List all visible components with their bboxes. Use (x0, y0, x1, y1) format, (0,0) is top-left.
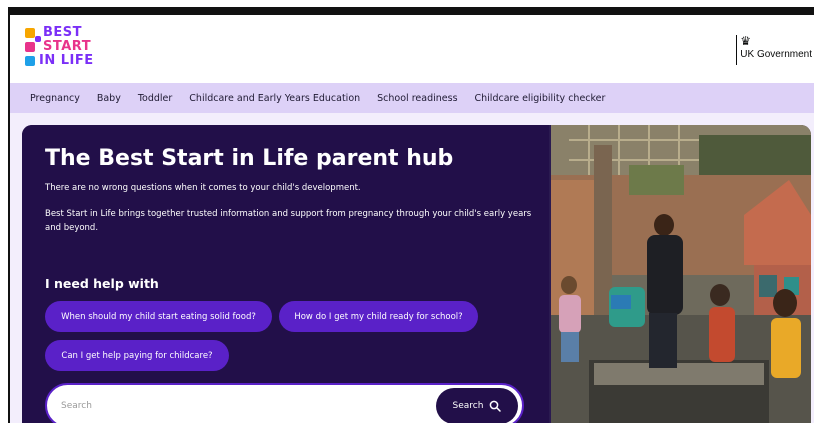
logo-square-pink (25, 42, 35, 52)
uk-government-logo[interactable]: ♛ UK Government (736, 35, 812, 65)
quick-link-solid-food[interactable]: When should my child start eating solid … (45, 301, 272, 332)
royal-crest-icon: ♛ (740, 34, 752, 48)
hero-banner: The Best Start in Life parent hub There … (22, 125, 811, 423)
nav-item-toddler[interactable]: Toddler (138, 93, 172, 104)
browser-top-rule (8, 7, 814, 15)
logo-square-orange (25, 28, 35, 38)
logo-word-in-life: IN LIFE (39, 53, 94, 68)
gov-name: UK Government (740, 49, 812, 60)
logo-word-best: BEST (43, 25, 83, 40)
hero-subtitle: There are no wrong questions when it com… (45, 183, 361, 193)
search-button[interactable]: Search (436, 388, 518, 423)
family-playground-photo (549, 125, 811, 423)
nav-item-baby[interactable]: Baby (97, 93, 121, 104)
search-icon (490, 400, 502, 412)
search-button-label: Search (452, 401, 484, 411)
logo-word-start: START (43, 39, 92, 54)
best-start-logo[interactable]: BEST START IN LIFE (23, 26, 95, 70)
hero-text-panel: The Best Start in Life parent hub There … (22, 125, 549, 423)
logo-square-purple (35, 36, 41, 42)
logo-square-blue (25, 56, 35, 66)
hero-description: Best Start in Life brings together trust… (45, 209, 532, 233)
nav-item-pregnancy[interactable]: Pregnancy (30, 93, 80, 104)
search-input[interactable] (61, 393, 421, 419)
main-nav: Pregnancy Baby Toddler Childcare and Ear… (10, 83, 814, 113)
quick-link-school-ready[interactable]: How do I get my child ready for school? (279, 301, 478, 332)
search-bar: Search (45, 383, 524, 423)
help-heading: I need help with (45, 276, 159, 291)
quick-link-childcare-costs[interactable]: Can I get help paying for childcare? (45, 340, 229, 371)
nav-item-school-readiness[interactable]: School readiness (377, 93, 457, 104)
nav-item-childcare[interactable]: Childcare and Early Years Education (189, 93, 360, 104)
page-title: The Best Start in Life parent hub (45, 146, 454, 171)
nav-item-eligibility-checker[interactable]: Childcare eligibility checker (475, 93, 606, 104)
site-header: BEST START IN LIFE ♛ UK Government (10, 15, 814, 83)
